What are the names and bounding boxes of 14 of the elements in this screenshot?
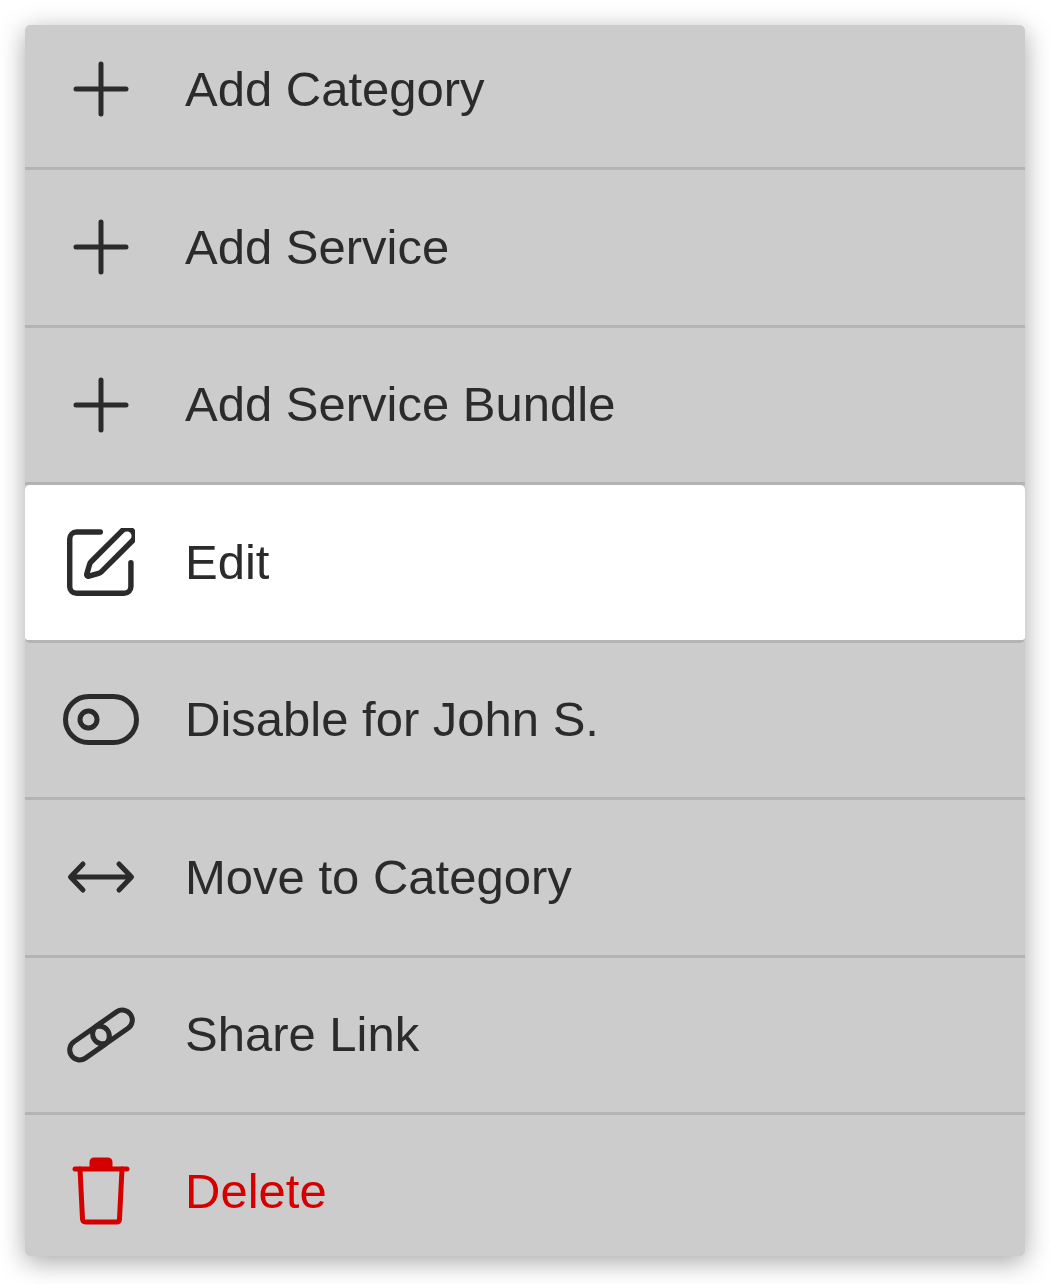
double-arrow-icon xyxy=(67,859,135,896)
menu-item[interactable]: Move to Category xyxy=(25,800,1025,958)
menu-item[interactable]: Disable for John S. xyxy=(25,642,1025,800)
square-pencil-icon xyxy=(67,528,135,597)
menu-item[interactable]: Share Link xyxy=(25,957,1025,1115)
trash-icon xyxy=(72,1157,130,1225)
plus-icon xyxy=(73,219,129,276)
toggle-icon xyxy=(63,694,139,746)
plus-icon xyxy=(73,61,129,117)
plus-icon xyxy=(73,376,129,433)
menu-item[interactable]: Add Category xyxy=(25,25,1025,170)
menu-item[interactable]: Edit xyxy=(25,485,1025,643)
menu-item[interactable]: Add Service xyxy=(25,170,1025,328)
menu-item[interactable]: Add Service Bundle xyxy=(25,327,1025,485)
